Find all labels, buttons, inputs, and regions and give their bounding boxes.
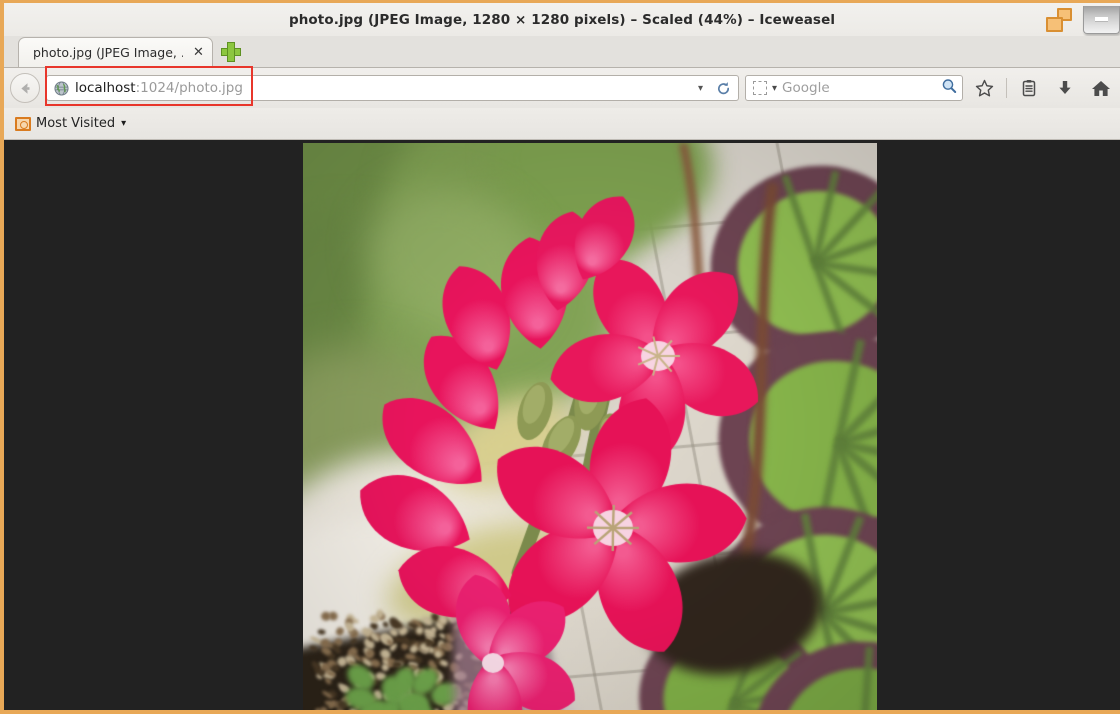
titlebar-controls: [1045, 3, 1120, 36]
bookmark-star-icon[interactable]: [969, 73, 999, 103]
url-host: localhost: [75, 80, 136, 96]
content-viewport[interactable]: [4, 140, 1120, 710]
tab-photo-jpg[interactable]: photo.jpg (JPEG Image, ... ✕: [18, 37, 213, 67]
minimize-icon: [1095, 17, 1108, 21]
back-arrow-icon[interactable]: [10, 73, 40, 103]
home-icon[interactable]: [1086, 73, 1116, 103]
image-container[interactable]: [303, 143, 877, 710]
titlebar: photo.jpg (JPEG Image, 1280 × 1280 pixel…: [4, 3, 1120, 36]
url-bar[interactable]: localhost:1024/photo.jpg ▾: [46, 75, 739, 101]
browser-window: photo.jpg (JPEG Image, 1280 × 1280 pixel…: [0, 0, 1120, 714]
toolbar-separator: [1006, 78, 1007, 98]
downloads-icon[interactable]: [1050, 73, 1080, 103]
window-title: photo.jpg (JPEG Image, 1280 × 1280 pixel…: [289, 12, 835, 28]
window-stack-icon[interactable]: [1045, 7, 1073, 33]
globe-icon: [54, 81, 69, 96]
reading-list-icon[interactable]: [1014, 73, 1044, 103]
most-visited-icon: [15, 117, 31, 131]
navigation-toolbar: localhost:1024/photo.jpg ▾ ▾: [4, 68, 1120, 108]
search-input[interactable]: [782, 80, 936, 96]
bookmark-label: Most Visited: [36, 116, 115, 131]
chevron-down-icon[interactable]: ▾: [772, 83, 777, 94]
bookmark-item-most-visited[interactable]: Most Visited ▾: [11, 114, 130, 133]
minimize-button[interactable]: [1083, 6, 1120, 34]
tab-strip: photo.jpg (JPEG Image, ... ✕: [4, 36, 1120, 68]
magnifier-icon[interactable]: [941, 78, 957, 98]
bookmarks-toolbar: Most Visited ▾: [4, 108, 1120, 140]
reload-icon[interactable]: [712, 81, 734, 96]
search-engine-icon[interactable]: [753, 81, 767, 95]
photo-image[interactable]: [303, 143, 877, 710]
tab-label: photo.jpg (JPEG Image, ...: [33, 45, 183, 60]
close-icon[interactable]: ✕: [193, 46, 204, 59]
search-bar[interactable]: ▾: [745, 75, 963, 101]
chevron-down-icon[interactable]: ▾: [695, 83, 706, 94]
chevron-down-icon[interactable]: ▾: [121, 118, 126, 129]
url-text: localhost:1024/photo.jpg: [75, 80, 689, 96]
plus-icon[interactable]: [221, 41, 243, 63]
url-rest: :1024/photo.jpg: [136, 80, 243, 96]
